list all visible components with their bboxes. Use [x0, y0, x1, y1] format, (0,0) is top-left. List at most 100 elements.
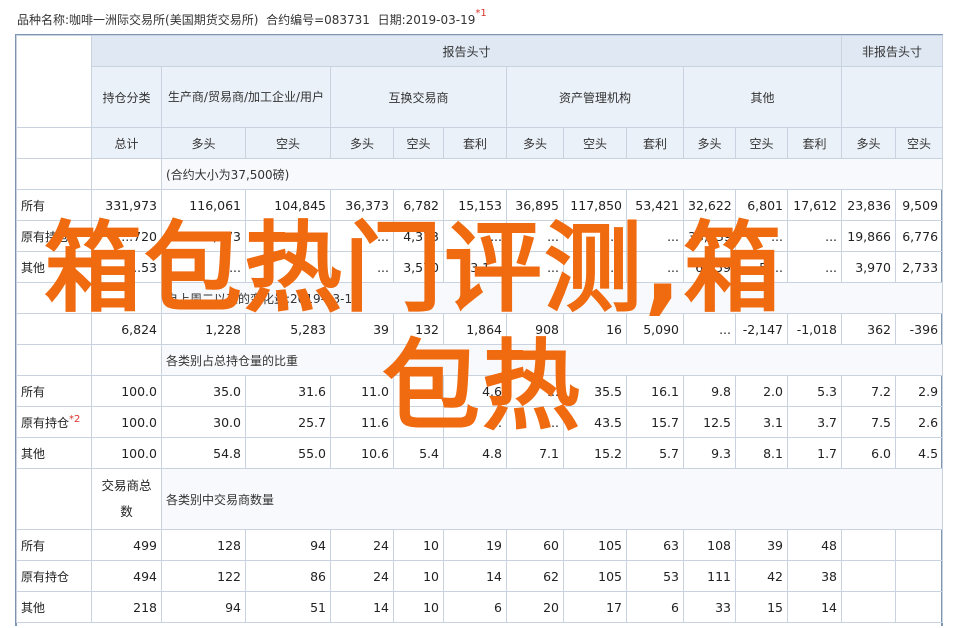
table-cell: 48 [786, 529, 843, 561]
long-header: 多头 [161, 127, 246, 159]
row-label: 原有持仓 [16, 220, 92, 252]
ratio-row: 原有持仓*2 100.0 30.0 25.7 11.6......... 43.5 15.7… [16, 406, 944, 438]
blank-cell [91, 344, 162, 376]
table-cell: 1.7 [786, 437, 843, 469]
table-cell: 9.8 [683, 375, 736, 407]
trader-row: 所有 499 128 94 24 10 19 60 105 63 108 39 48 [16, 529, 944, 561]
table-cell: 5,... [735, 251, 788, 283]
change-section-label: 自上周二以来的变化量:2019-03-12 [160, 282, 944, 314]
table-cell: 7.5 [841, 406, 897, 438]
table-cell: 7.1 [506, 437, 564, 469]
table-cell: 14 [330, 591, 394, 623]
table-cell: 86 [245, 560, 331, 592]
table-cell: 15.7 [626, 406, 684, 438]
row-label [16, 313, 92, 345]
row-label: 其他 [16, 591, 92, 623]
table-cell: 79,673 [161, 220, 246, 252]
table-cell: 23,836 [841, 189, 897, 221]
contract-size-note: (合约大小为37,500磅) [160, 158, 944, 190]
code-label: 合约编号= [266, 13, 325, 27]
ratio-row: 其他 100.0 54.8 55.0 10.6 5.4 4.8 7.1 15.2 5.7 9.3 8.… [16, 437, 944, 469]
table-cell: 105 [563, 560, 627, 592]
blank-cell [16, 158, 92, 190]
row-label: 所有 [16, 529, 92, 561]
table-cell: ... [245, 220, 331, 252]
name-label: 品种名称: [17, 13, 70, 27]
table-cell: -1,018 [786, 313, 843, 345]
table-cell: ... [786, 220, 843, 252]
table-cell: 15.2 [563, 437, 627, 469]
short-header: 空头 [393, 127, 444, 159]
table-cell: 104,845 [245, 189, 331, 221]
spread-header: 套利 [786, 127, 843, 159]
table-cell: 32,622 [683, 189, 736, 221]
blank-cell [16, 468, 92, 530]
long-header: 多头 [841, 127, 897, 159]
short-header: 空头 [563, 127, 627, 159]
table-cell: 6,824 [91, 313, 162, 345]
table-cell: 11.6 [330, 406, 394, 438]
table-cell: 5,283 [245, 313, 331, 345]
table-cell: 51 [245, 591, 331, 623]
table-cell: 25.7 [245, 406, 331, 438]
table-cell: 117,850 [563, 189, 627, 221]
table-cell: 908 [506, 313, 564, 345]
table-cell: 362 [841, 313, 897, 345]
table-cell: 94 [161, 591, 246, 623]
table-cell: 60 [506, 529, 564, 561]
table-cell: 5.7 [626, 437, 684, 469]
table-cell: 1,228 [161, 313, 246, 345]
table-cell: ... [563, 220, 627, 252]
cot-report-table: 报告头寸 非报告头寸 持仓分类 生产商/贸易商/加工企业/用户 互换交易商 资产… [16, 35, 944, 623]
table-cell: 19,866 [841, 220, 897, 252]
table-cell: 1,864 [443, 313, 507, 345]
table-cell [895, 529, 944, 561]
table-cell: 33,239 [683, 220, 736, 252]
corner-cell [16, 35, 92, 128]
footnote-2[interactable]: *2 [69, 414, 80, 425]
table-cell: 16.1 [626, 375, 684, 407]
managed-money-header: 资产管理机构 [506, 66, 684, 128]
table-cell: 54.8 [161, 437, 246, 469]
table-cell: 128 [161, 529, 246, 561]
table-cell: 9.3 [683, 437, 736, 469]
table-cell: 100.0 [91, 406, 162, 438]
table-cell: 17 [563, 591, 627, 623]
table-cell: 36,895 [506, 189, 564, 221]
table-cell: 100.0 [91, 437, 162, 469]
table-cell: 12.5 [683, 406, 736, 438]
footnote-1[interactable]: *1 [475, 8, 486, 19]
table-cell: 14 [786, 591, 843, 623]
table-cell: 3,970 [841, 251, 897, 283]
spread-header: 套利 [443, 127, 507, 159]
row-label: 所有 [16, 189, 92, 221]
ratio-rows: 所有 100.0 35.0 31.6 11.0... 4.6... 35.5 16.1 9.8 2… [16, 375, 944, 469]
table-cell: 2.6 [895, 406, 944, 438]
table-cell: ... [786, 251, 843, 283]
table-cell: 53 [626, 560, 684, 592]
other-header: 其他 [682, 66, 843, 128]
table-cell: 39 [330, 313, 394, 345]
table-cell: 2.0 [735, 375, 788, 407]
table-cell: 6 [626, 591, 684, 623]
table-cell: 4.8 [443, 437, 507, 469]
table-cell: 218 [91, 591, 162, 623]
table-cell: 55.0 [245, 437, 331, 469]
table-cell: 10 [393, 591, 444, 623]
contract-code: 083731 [324, 13, 370, 27]
table-cell: 499 [91, 529, 162, 561]
table-cell [841, 591, 897, 623]
table-cell: ... [330, 220, 394, 252]
blank-cell [91, 158, 162, 190]
table-cell: ... [161, 251, 246, 283]
table-cell: 4,373 [393, 220, 444, 252]
position-row: 原有持仓 ...720 79,673...... 4,373............ 3… [16, 220, 944, 252]
table-cell: 35.5 [563, 375, 627, 407]
table-cell: ... [245, 251, 331, 283]
table-cell: 100.0 [91, 375, 162, 407]
trader-count-section-label: 各类别中交易商数量 [160, 468, 944, 530]
table-cell: 9,509 [895, 189, 944, 221]
table-cell: 3.1 [735, 406, 788, 438]
table-cell: 4.6 [443, 375, 507, 407]
table-cell: 3.7 [786, 406, 843, 438]
